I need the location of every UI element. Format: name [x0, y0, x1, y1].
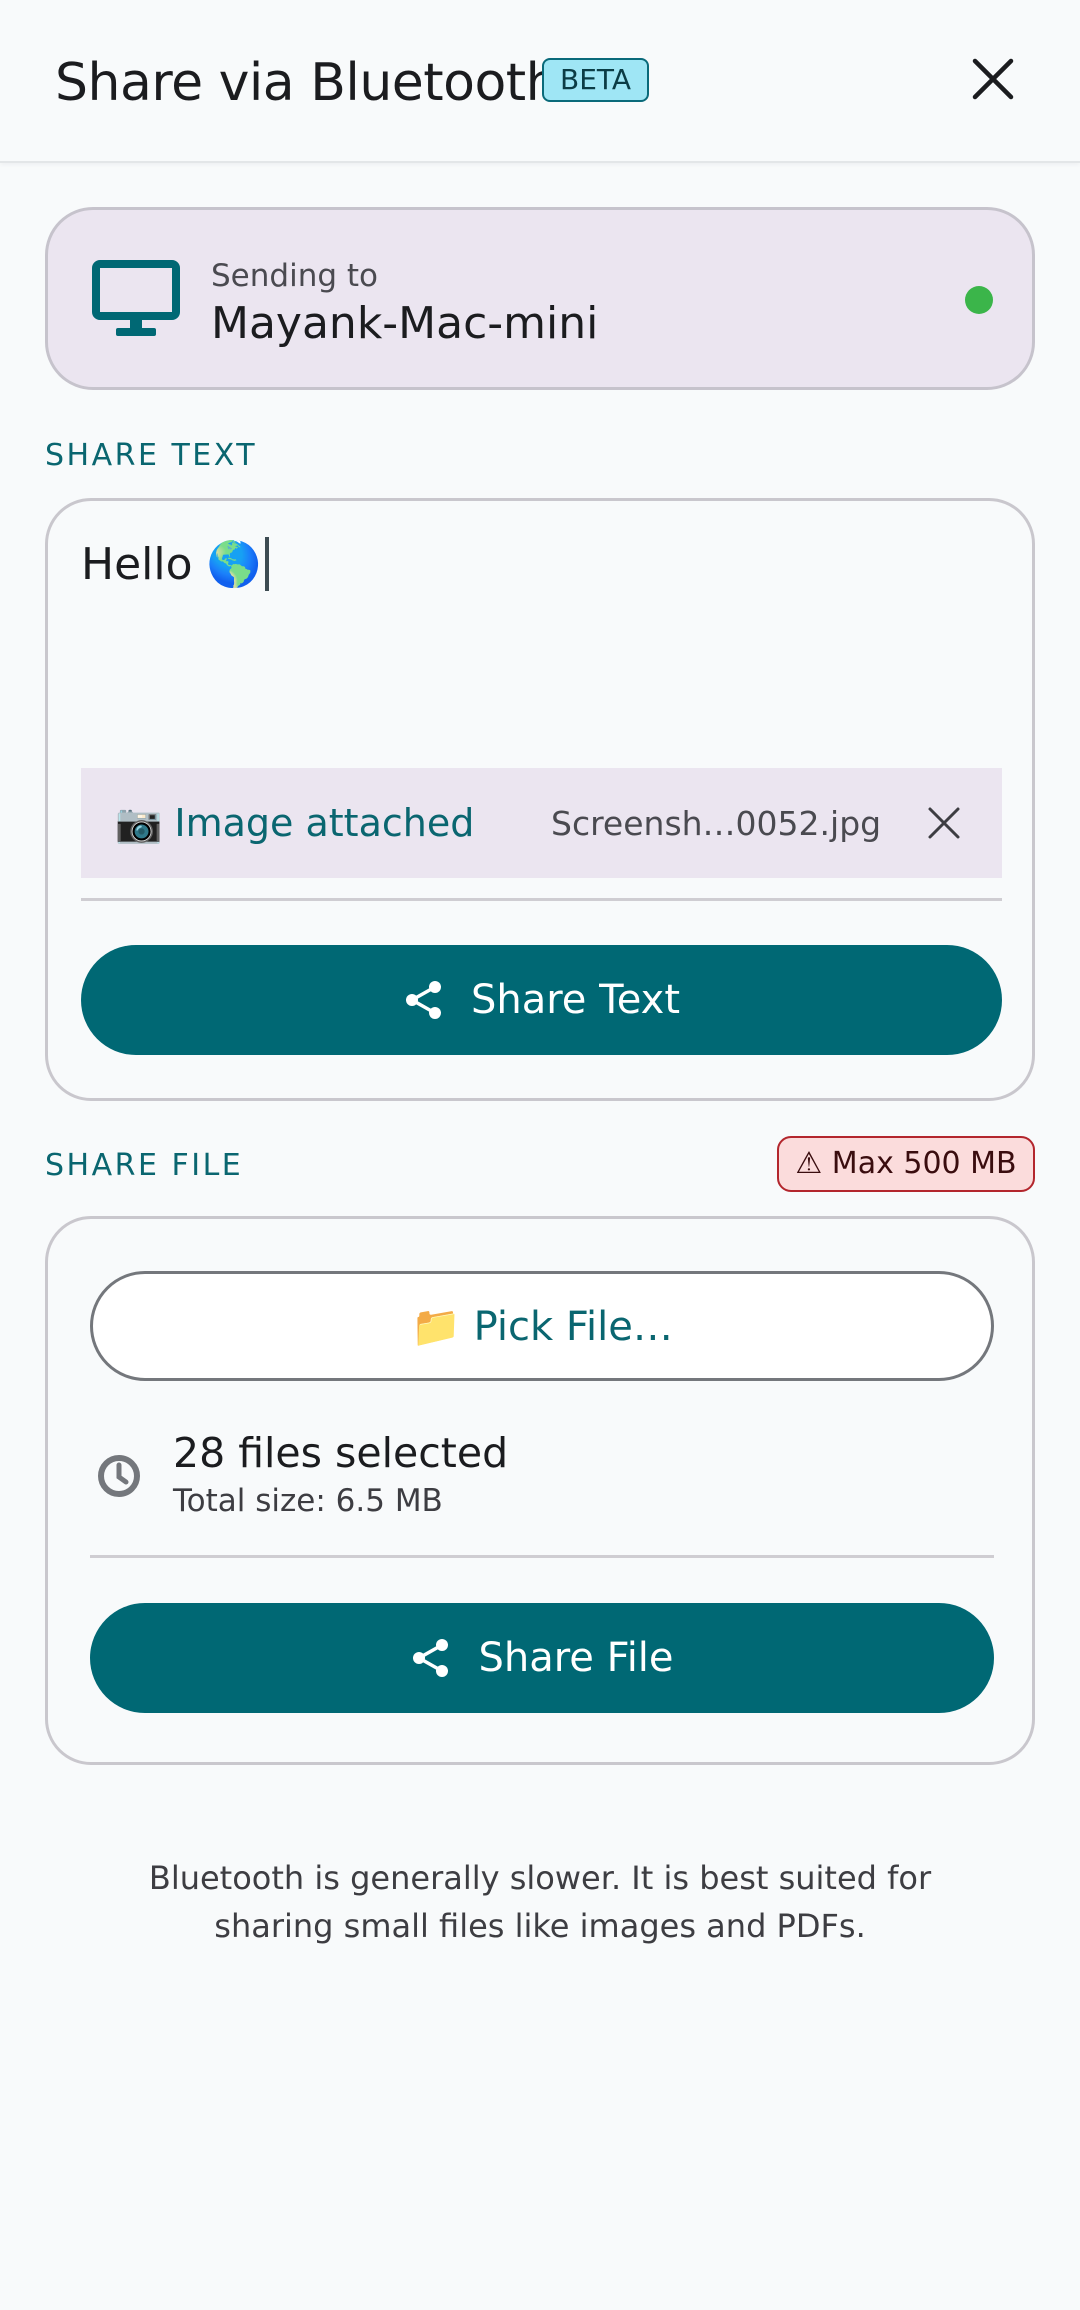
- files-total-size: Total size: 6.5 MB: [173, 1483, 443, 1519]
- share-file-button-label: Share File: [478, 1635, 674, 1681]
- files-selected-count: 28 files selected: [173, 1429, 509, 1477]
- close-icon: [972, 58, 1014, 100]
- monitor-icon: [92, 260, 180, 336]
- bluetooth-info-note: Bluetooth is generally slower. It is bes…: [148, 1859, 932, 1945]
- share-text-button[interactable]: Share Text: [81, 945, 1002, 1055]
- top-app-bar: Share via Bluetooth BETA: [0, 0, 1080, 163]
- text-caret: [265, 537, 270, 591]
- attachment-label: 📷 Image attached: [115, 801, 475, 845]
- share-text-value: Hello 🌎: [81, 539, 262, 590]
- divider: [90, 1555, 994, 1558]
- share-file-section-label: SHARE FILE: [45, 1148, 244, 1183]
- close-icon: [928, 807, 960, 839]
- share-file-card: 📁 Pick File… 28 files selected Total siz…: [45, 1216, 1035, 1765]
- share-text-card: Hello 🌎 📷 Image attached Screensh…0052.j…: [45, 498, 1035, 1101]
- share-text-section-label: SHARE TEXT: [45, 438, 258, 473]
- max-size-badge: ⚠ Max 500 MB: [777, 1136, 1035, 1192]
- share-icon: [405, 981, 441, 1019]
- share-file-button[interactable]: Share File: [90, 1603, 994, 1713]
- attachment-file-name: Screensh…0052.jpg: [551, 804, 882, 843]
- bluetooth-share-screen: Share via Bluetooth BETA Sending to Maya…: [0, 0, 1080, 2310]
- pick-file-button-label: 📁 Pick File…: [411, 1303, 673, 1350]
- device-name: Mayank-Mac-mini: [211, 298, 599, 349]
- remove-attachment-button[interactable]: [921, 800, 967, 846]
- sending-to-label: Sending to: [211, 258, 378, 294]
- target-device-card: Sending to Mayank-Mac-mini: [45, 207, 1035, 390]
- beta-badge: BETA: [542, 58, 649, 102]
- pick-file-button[interactable]: 📁 Pick File…: [90, 1271, 994, 1381]
- page-title: Share via Bluetooth: [55, 53, 559, 113]
- divider: [81, 898, 1002, 901]
- clock-icon: [98, 1455, 140, 1497]
- share-text-input[interactable]: Hello 🌎: [81, 537, 270, 591]
- share-icon: [413, 1639, 449, 1677]
- attachment-row: 📷 Image attached Screensh…0052.jpg: [81, 768, 1002, 878]
- close-button[interactable]: [958, 44, 1028, 114]
- connection-status-dot: [965, 286, 993, 314]
- share-text-button-label: Share Text: [470, 977, 681, 1023]
